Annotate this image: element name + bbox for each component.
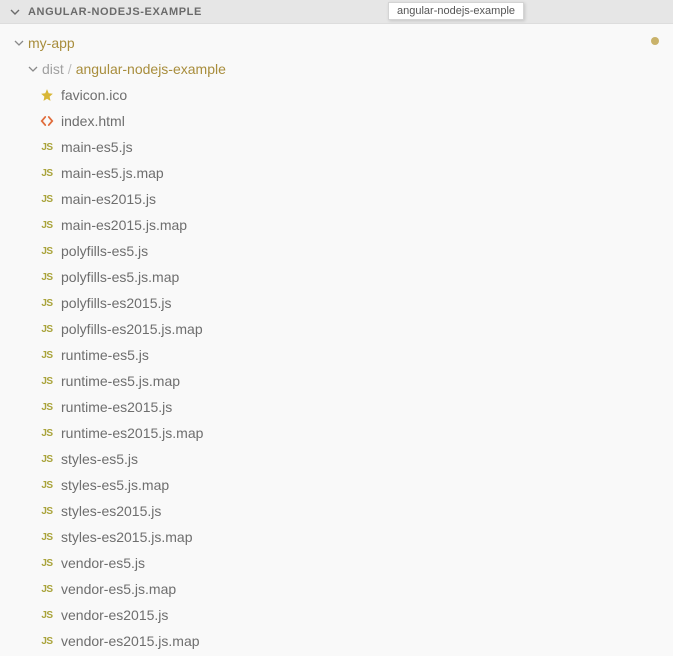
- js-icon: JS: [38, 142, 56, 153]
- file-label: vendor-es2015.js: [61, 607, 168, 623]
- file-item[interactable]: JS runtime-es5.js: [0, 342, 673, 368]
- js-icon: JS: [38, 480, 56, 491]
- html-icon: [38, 114, 56, 128]
- file-item[interactable]: JS vendor-es2015.js: [0, 602, 673, 628]
- js-icon: JS: [38, 506, 56, 517]
- file-item[interactable]: JS runtime-es2015.js: [0, 394, 673, 420]
- file-item[interactable]: JS main-es2015.js: [0, 186, 673, 212]
- js-icon: JS: [38, 610, 56, 621]
- js-icon: JS: [38, 636, 56, 647]
- file-label: main-es5.js: [61, 139, 133, 155]
- project-title-text: ANGULAR-NODEJS-EXAMPLE: [28, 6, 202, 18]
- folder-path-prefix: dist: [42, 61, 64, 77]
- file-label: styles-es2015.js: [61, 503, 161, 519]
- file-label: vendor-es5.js.map: [61, 581, 176, 597]
- file-label: favicon.ico: [61, 87, 127, 103]
- js-icon: JS: [38, 246, 56, 257]
- file-label: vendor-es5.js: [61, 555, 145, 571]
- folder-dist[interactable]: dist / angular-nodejs-example: [0, 56, 673, 82]
- file-label: main-es2015.js: [61, 191, 156, 207]
- file-label: styles-es2015.js.map: [61, 529, 193, 545]
- js-icon: JS: [38, 584, 56, 595]
- js-icon: JS: [38, 350, 56, 361]
- file-item[interactable]: JS styles-es5.js: [0, 446, 673, 472]
- tooltip: angular-nodejs-example: [388, 2, 524, 20]
- folder-label: angular-nodejs-example: [76, 61, 226, 77]
- file-item[interactable]: favicon.ico: [0, 82, 673, 108]
- file-label: polyfills-es2015.js.map: [61, 321, 203, 337]
- modified-dot-icon: [651, 37, 659, 45]
- file-item[interactable]: JS main-es5.js.map: [0, 160, 673, 186]
- chevron-down-icon: [26, 62, 40, 76]
- file-item[interactable]: JS styles-es2015.js: [0, 498, 673, 524]
- js-icon: JS: [38, 454, 56, 465]
- file-item[interactable]: JS vendor-es2015.js.map: [0, 628, 673, 654]
- file-label: vendor-es2015.js.map: [61, 633, 200, 649]
- file-item[interactable]: JS styles-es2015.js.map: [0, 524, 673, 550]
- file-item[interactable]: JS vendor-es5.js.map: [0, 576, 673, 602]
- js-icon: JS: [38, 220, 56, 231]
- file-item[interactable]: JS polyfills-es2015.js.map: [0, 316, 673, 342]
- js-icon: JS: [38, 272, 56, 283]
- file-label: main-es5.js.map: [61, 165, 164, 181]
- file-label: polyfills-es5.js: [61, 243, 148, 259]
- path-separator: /: [68, 61, 72, 77]
- file-item[interactable]: JS main-es5.js: [0, 134, 673, 160]
- file-label: runtime-es2015.js: [61, 399, 172, 415]
- file-label: main-es2015.js.map: [61, 217, 187, 233]
- chevron-down-icon: [8, 5, 22, 19]
- project-title[interactable]: ANGULAR-NODEJS-EXAMPLE: [8, 5, 202, 19]
- file-label: runtime-es2015.js.map: [61, 425, 203, 441]
- js-icon: JS: [38, 194, 56, 205]
- file-item[interactable]: JS runtime-es2015.js.map: [0, 420, 673, 446]
- js-icon: JS: [38, 298, 56, 309]
- tooltip-text: angular-nodejs-example: [397, 5, 515, 17]
- file-label: polyfills-es2015.js: [61, 295, 172, 311]
- chevron-down-icon: [12, 36, 26, 50]
- file-item[interactable]: JS main-es2015.js.map: [0, 212, 673, 238]
- js-icon: JS: [38, 376, 56, 387]
- file-item[interactable]: JS polyfills-es5.js.map: [0, 264, 673, 290]
- file-item[interactable]: JS polyfills-es5.js: [0, 238, 673, 264]
- js-icon: JS: [38, 402, 56, 413]
- js-icon: JS: [38, 532, 56, 543]
- explorer-header: ANGULAR-NODEJS-EXAMPLE angular-nodejs-ex…: [0, 0, 673, 24]
- file-label: index.html: [61, 113, 125, 129]
- file-item[interactable]: JS vendor-es5.js: [0, 550, 673, 576]
- file-label: polyfills-es5.js.map: [61, 269, 179, 285]
- file-label: runtime-es5.js.map: [61, 373, 180, 389]
- folder-label: my-app: [28, 35, 75, 51]
- js-icon: JS: [38, 168, 56, 179]
- js-icon: JS: [38, 324, 56, 335]
- file-item[interactable]: JS polyfills-es2015.js: [0, 290, 673, 316]
- file-label: styles-es5.js.map: [61, 477, 169, 493]
- js-icon: JS: [38, 428, 56, 439]
- file-item[interactable]: index.html: [0, 108, 673, 134]
- file-item[interactable]: JS styles-es5.js.map: [0, 472, 673, 498]
- file-tree: my-app dist / angular-nodejs-example fav…: [0, 24, 673, 654]
- folder-my-app[interactable]: my-app: [0, 30, 673, 56]
- js-icon: JS: [38, 558, 56, 569]
- file-label: styles-es5.js: [61, 451, 138, 467]
- file-label: runtime-es5.js: [61, 347, 149, 363]
- file-item[interactable]: JS runtime-es5.js.map: [0, 368, 673, 394]
- star-icon: [38, 88, 56, 102]
